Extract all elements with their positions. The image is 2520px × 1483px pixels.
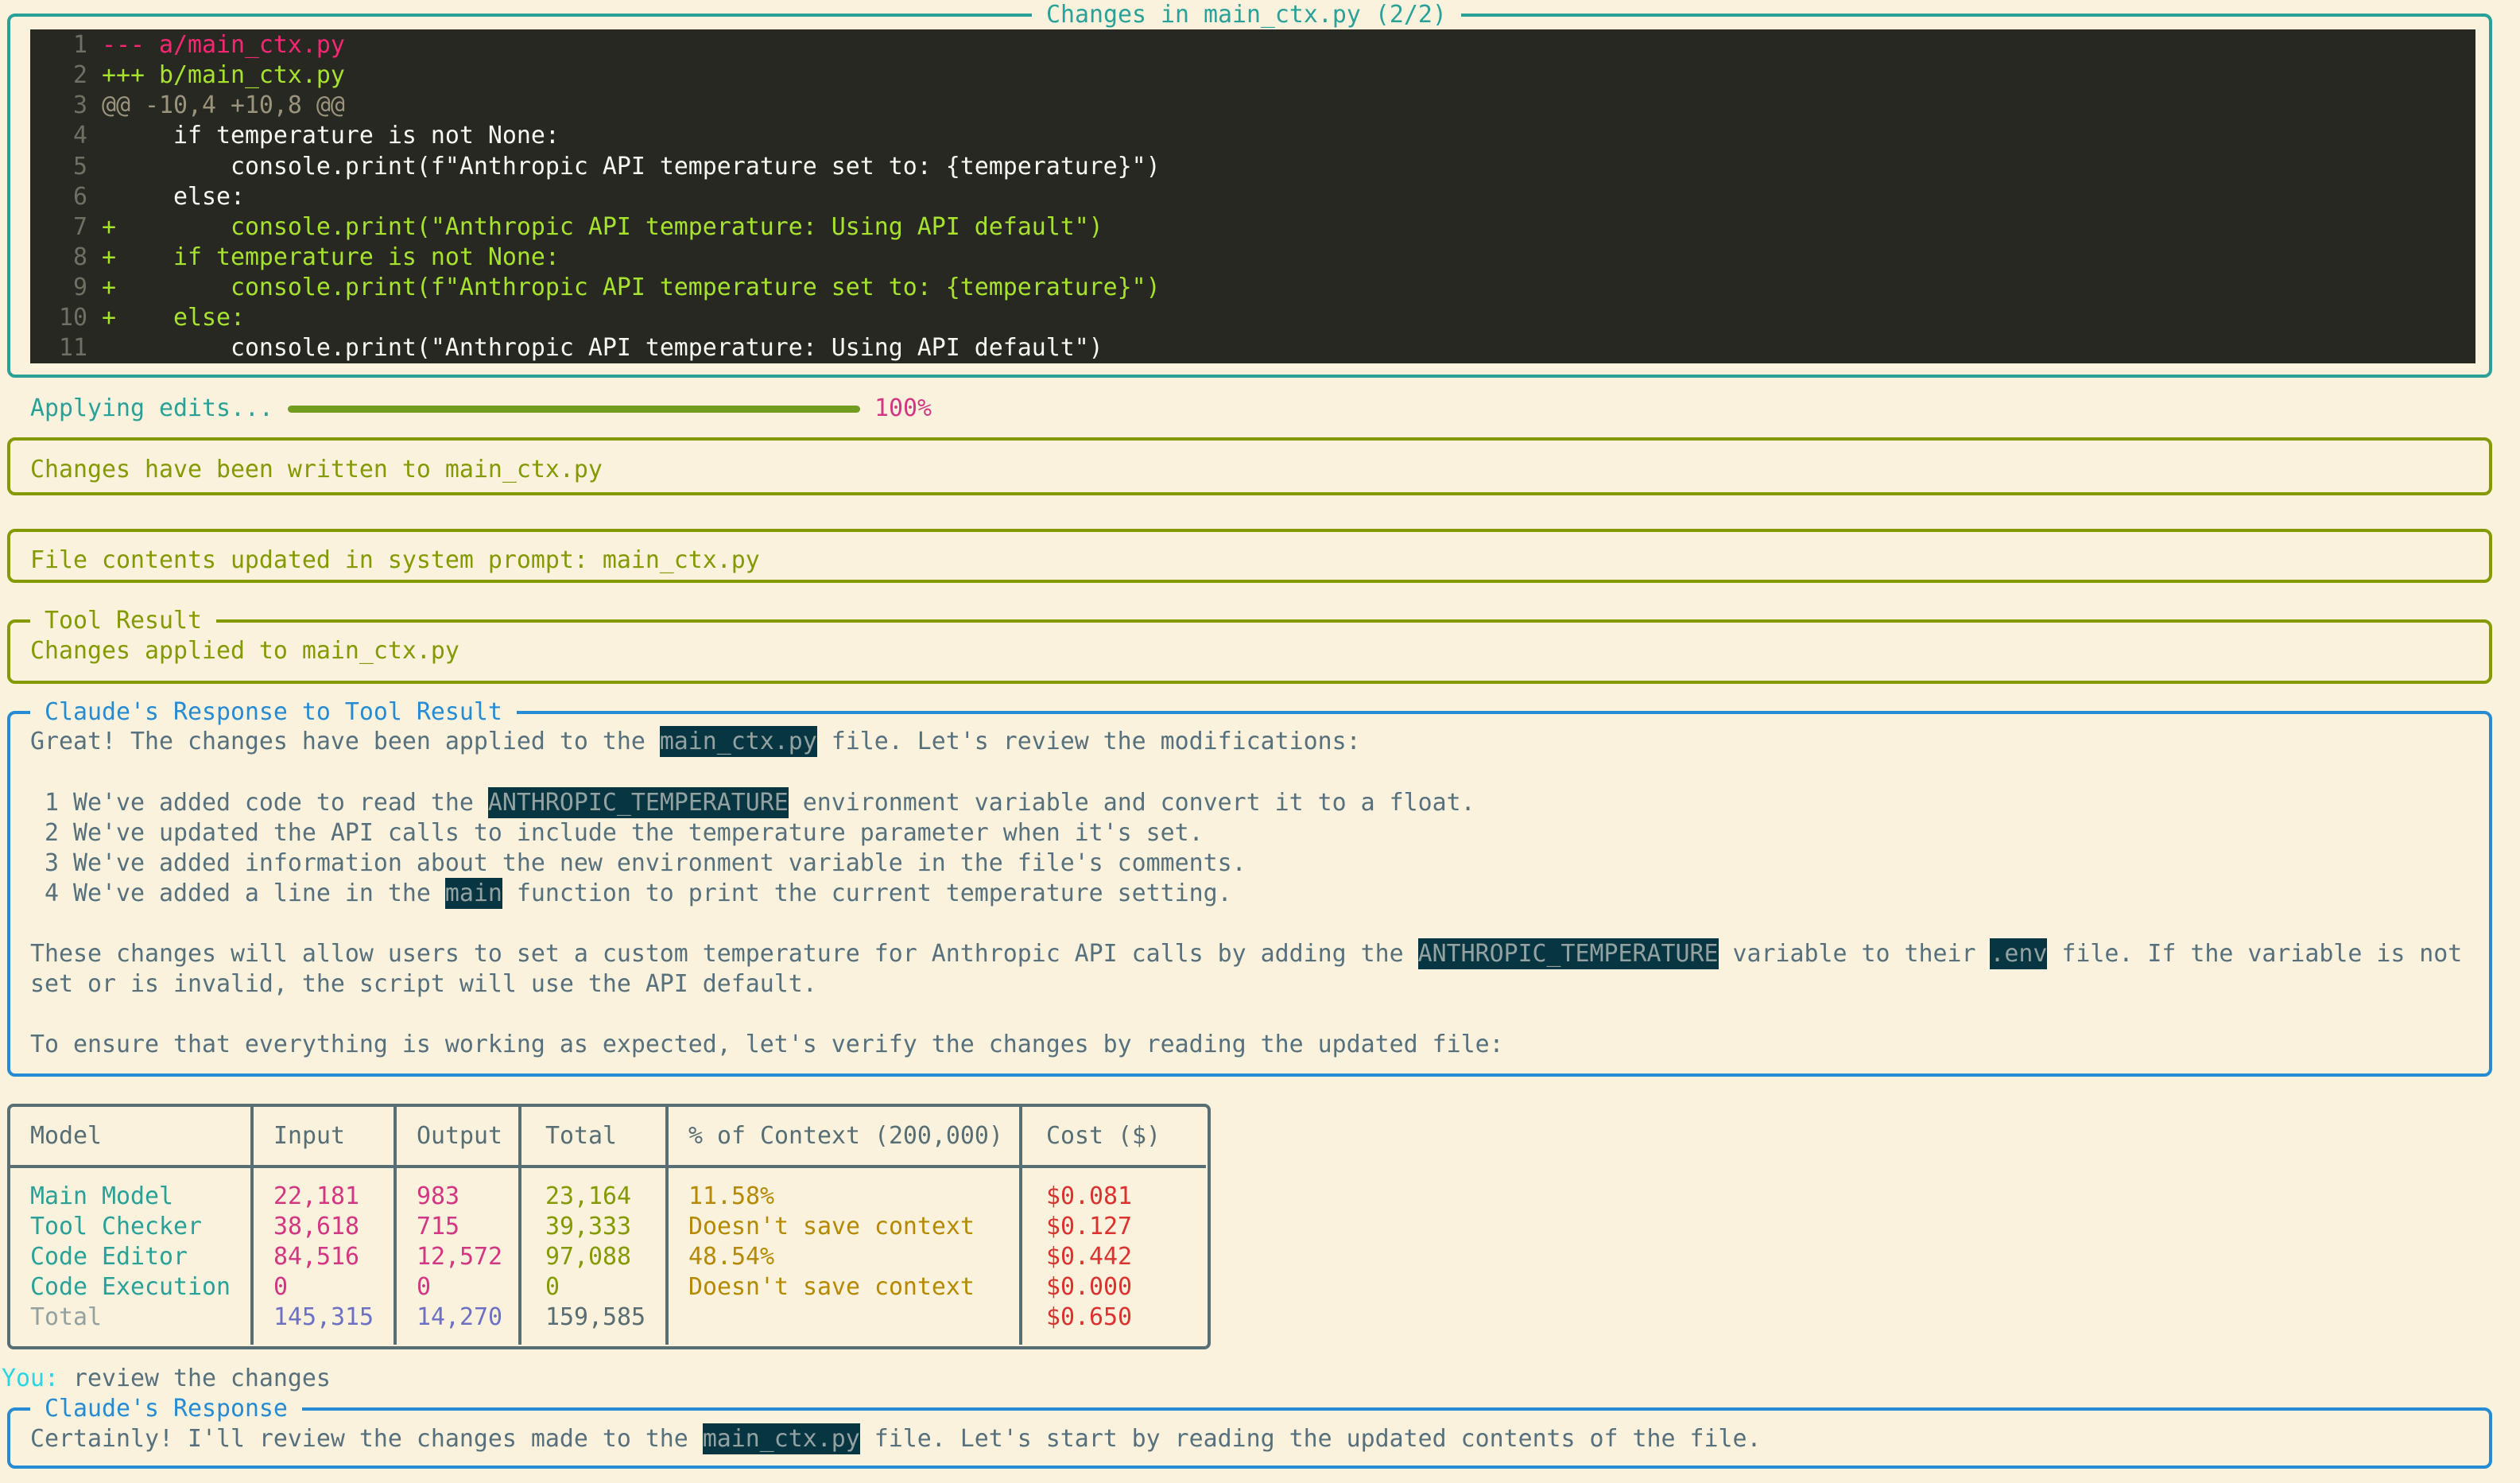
table-cell: 39,333: [545, 1212, 631, 1242]
progress-label: Applying edits...: [30, 394, 273, 424]
table-header-output: Output: [417, 1121, 502, 1151]
table-header-cost: Cost ($): [1046, 1121, 1161, 1151]
table-cell: Code Editor: [30, 1242, 188, 1272]
diff-line: 3 @@ -10,4 +10,8 @@: [30, 91, 345, 121]
table-cell: 38,618: [273, 1212, 359, 1242]
table-column-line: [1019, 1105, 1022, 1345]
table-cell: Code Execution: [30, 1272, 231, 1302]
table-cell: 48.54%: [688, 1242, 774, 1272]
diff-line: 9 + console.print(f"Anthropic API temper…: [30, 273, 1161, 303]
response-intro: Great! The changes have been applied to …: [30, 727, 1361, 757]
table-column-line: [394, 1105, 397, 1345]
table-cell: Doesn't save context: [688, 1272, 975, 1302]
response-para1-line2: set or is invalid, the script will use t…: [30, 969, 817, 1000]
table-column-line: [665, 1105, 669, 1345]
diff-panel-title: Changes in main_ctx.py (2/2): [1032, 0, 1461, 30]
user-speaker: You:: [2, 1365, 59, 1392]
table-cell: 0: [417, 1272, 431, 1302]
table-cell: Total: [30, 1302, 102, 1333]
table-column-line: [250, 1105, 254, 1345]
table-cell: 84,516: [273, 1242, 359, 1272]
table-cell: 12,572: [417, 1242, 502, 1272]
diff-line: 8 + if temperature is not None:: [30, 243, 560, 273]
response-panel-title: Claude's Response to Tool Result: [30, 697, 517, 728]
diff-line: 11 console.print("Anthropic API temperat…: [30, 333, 1103, 363]
diff-code-block: [30, 29, 2475, 363]
table-cell: 97,088: [545, 1242, 631, 1272]
table-cell: $0.000: [1046, 1272, 1132, 1302]
diff-line: 6 else:: [30, 182, 245, 212]
diff-line: 4 if temperature is not None:: [30, 121, 560, 151]
table-column-line: [518, 1105, 521, 1345]
diff-line: 10 + else:: [30, 303, 245, 333]
table-header-context: % of Context (200,000): [688, 1121, 1003, 1151]
progress-percent: 100%: [874, 394, 932, 424]
table-cell: Tool Checker: [30, 1212, 202, 1242]
table-cell: 22,181: [273, 1182, 359, 1212]
table-cell: 11.58%: [688, 1182, 774, 1212]
table-cell: 715: [417, 1212, 459, 1242]
table-cell: 14,270: [417, 1302, 502, 1333]
inline-code: main_ctx.py: [660, 726, 817, 757]
response-item-1: 1 We've added code to read the ANTHROPIC…: [30, 788, 1475, 818]
table-cell: 0: [545, 1272, 560, 1302]
table-cell: Main Model: [30, 1182, 173, 1212]
response-item-3: 3 We've added information about the new …: [30, 848, 1246, 879]
diff-line: 2 +++ b/main_ctx.py: [30, 60, 345, 91]
tool-result-text: Changes applied to main_ctx.py: [30, 636, 459, 666]
table-cell: 983: [417, 1182, 459, 1212]
table-cell: 0: [273, 1272, 288, 1302]
table-cell: 145,315: [273, 1302, 374, 1333]
diff-line: 5 console.print(f"Anthropic API temperat…: [30, 152, 1161, 182]
tool-result-title: Tool Result: [30, 606, 216, 636]
inline-code: ANTHROPIC_TEMPERATURE: [488, 787, 789, 818]
inline-code: main: [445, 878, 502, 909]
diff-line: 1 --- a/main_ctx.py: [30, 30, 345, 60]
response-item-4: 4 We've added a line in the main functio…: [30, 879, 1232, 909]
written-panel-text: Changes have been written to main_ctx.py: [30, 455, 603, 485]
table-cell: 23,164: [545, 1182, 631, 1212]
user-message: You: review the changes: [2, 1364, 331, 1394]
progress-bar: [288, 406, 860, 413]
table-cell: Doesn't save context: [688, 1212, 975, 1242]
table-cell: $0.442: [1046, 1242, 1132, 1272]
response2-text: Certainly! I'll review the changes made …: [30, 1424, 1762, 1454]
table-header-input: Input: [273, 1121, 345, 1151]
response-para2: To ensure that everything is working as …: [30, 1030, 1504, 1060]
table-cell: $0.081: [1046, 1182, 1132, 1212]
user-text: review the changes: [59, 1365, 331, 1392]
table-header-model: Model: [30, 1121, 102, 1151]
response-para1-line1: These changes will allow users to set a …: [30, 939, 2462, 969]
diff-line: 7 + console.print("Anthropic API tempera…: [30, 212, 1103, 243]
inline-code: ANTHROPIC_TEMPERATURE: [1418, 938, 1719, 969]
inline-code: main_ctx.py: [703, 1423, 860, 1454]
updated-panel-text: File contents updated in system prompt: …: [30, 545, 760, 576]
table-cell: $0.650: [1046, 1302, 1132, 1333]
table-cell: 159,585: [545, 1302, 646, 1333]
inline-code: .env: [1990, 938, 2047, 969]
table-header-separator: [10, 1165, 1206, 1168]
table-header-total: Total: [545, 1121, 617, 1151]
response-item-2: 2 We've updated the API calls to include…: [30, 818, 1204, 848]
response2-panel-title: Claude's Response: [30, 1394, 302, 1424]
table-cell: $0.127: [1046, 1212, 1132, 1242]
